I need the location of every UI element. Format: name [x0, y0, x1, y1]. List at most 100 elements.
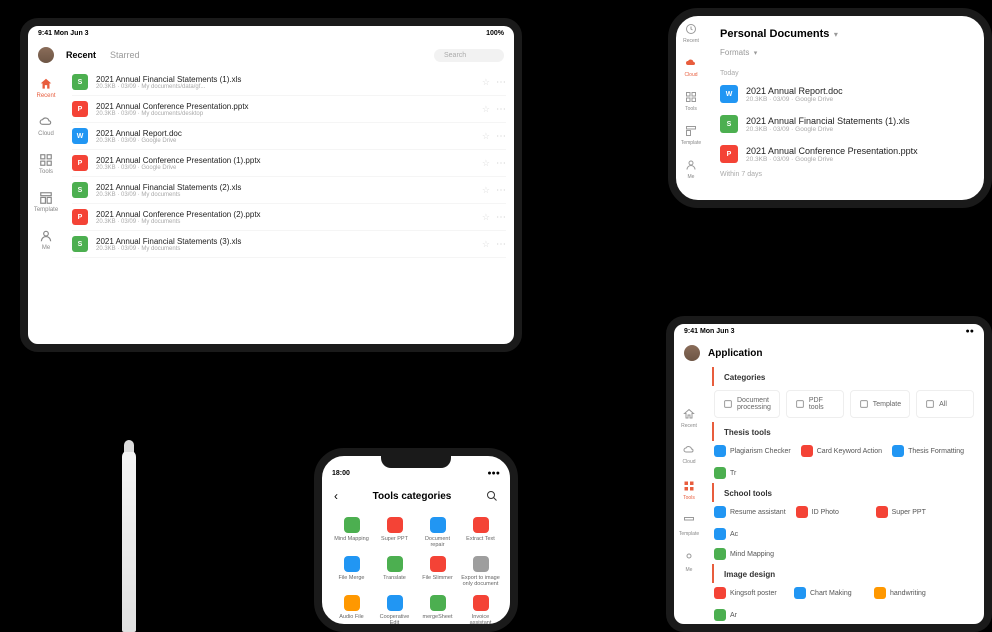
sidebar-item-me[interactable]: Me: [684, 158, 698, 180]
star-icon[interactable]: ☆: [482, 212, 490, 223]
status-time: 9:41 Mon Jun 3: [38, 30, 89, 37]
status-battery: 100%: [486, 30, 504, 37]
file-meta: 20.3KB · 03/09 · Google Drive: [746, 126, 970, 133]
file-name: 2021 Annual Conference Presentation (2).…: [96, 210, 482, 219]
tool-icon: [387, 517, 403, 533]
tool-item[interactable]: File Merge: [332, 556, 371, 587]
sidebar-item-recent[interactable]: Recent: [683, 22, 699, 44]
sidebar-item-me[interactable]: Me: [682, 551, 696, 573]
tool-item[interactable]: Extract Text: [461, 517, 500, 548]
tab-starred[interactable]: Starred: [110, 50, 140, 60]
header: Personal Documents ▾ Formats ▾: [706, 16, 984, 68]
tool-item[interactable]: Super PPT: [876, 506, 946, 518]
file-icon: P: [72, 101, 88, 117]
tool-item[interactable]: Super PPT: [375, 517, 414, 548]
file-icon: W: [72, 128, 88, 144]
tool-item[interactable]: ID Photo: [796, 506, 866, 518]
search-input[interactable]: Search: [434, 49, 504, 62]
file-meta: 20.3KB · 03/09 · Google Drive: [96, 138, 482, 144]
sidebar-item-me[interactable]: Me: [39, 229, 53, 251]
tool-item[interactable]: Invoice assistant: [461, 595, 500, 626]
tool-item[interactable]: Translate: [375, 556, 414, 587]
tool-item[interactable]: Document repair: [418, 517, 457, 548]
star-icon[interactable]: ☆: [482, 185, 490, 196]
tool-item[interactable]: Cooperative Edit: [375, 595, 414, 626]
file-row[interactable]: P2021 Annual Conference Presentation.ppt…: [706, 139, 984, 169]
sidebar-item-tools[interactable]: Tools: [684, 90, 698, 112]
tool-item[interactable]: Mind Mapping: [714, 548, 784, 560]
cloud-icon: [39, 115, 53, 129]
star-icon[interactable]: ☆: [482, 131, 490, 142]
file-row[interactable]: P2021 Annual Conference Presentation.ppt…: [72, 96, 506, 123]
tool-item[interactable]: Ac: [714, 528, 784, 540]
file-row[interactable]: S2021 Annual Financial Statements (1).xl…: [72, 69, 506, 96]
sidebar-item-template[interactable]: Template: [681, 124, 701, 146]
more-icon[interactable]: ⋯: [496, 158, 506, 169]
tool-item[interactable]: Card Keyword Action: [801, 445, 882, 457]
sidebar-item-cloud[interactable]: Cloud: [682, 443, 696, 465]
file-row[interactable]: P2021 Annual Conference Presentation (2)…: [72, 204, 506, 231]
more-icon[interactable]: ⋯: [496, 77, 506, 88]
more-icon[interactable]: ⋯: [496, 104, 506, 115]
tool-item[interactable]: mergeSheet: [418, 595, 457, 626]
sidebar-item-recent[interactable]: Recent: [681, 407, 697, 429]
star-icon[interactable]: ☆: [482, 158, 490, 169]
tool-name: Audio File: [339, 614, 363, 620]
tool-item[interactable]: Thesis Formatting: [892, 445, 964, 457]
back-icon[interactable]: ‹: [334, 489, 338, 503]
tool-item[interactable]: Ar: [714, 609, 784, 621]
tool-name: File Slimmer: [422, 575, 453, 581]
category-card[interactable]: PDF tools: [786, 390, 844, 418]
avatar[interactable]: [38, 47, 54, 63]
tools-row: Mind Mapping: [704, 544, 984, 564]
more-icon[interactable]: ⋯: [496, 239, 506, 250]
tool-item[interactable]: Plagiarism Checker: [714, 445, 791, 457]
star-icon[interactable]: ☆: [482, 77, 490, 88]
template-icon: [682, 515, 696, 529]
tool-item[interactable]: handwriting: [874, 587, 944, 599]
tab-recent[interactable]: Recent: [66, 50, 96, 60]
formats-filter[interactable]: Formats ▾: [720, 42, 970, 60]
sidebar-item-recent[interactable]: Recent: [36, 77, 55, 99]
file-row[interactable]: S2021 Annual Financial Statements (1).xl…: [706, 109, 984, 139]
grid-icon: [682, 479, 696, 493]
title[interactable]: Personal Documents ▾: [720, 24, 970, 42]
category-card[interactable]: Document processing: [714, 390, 780, 418]
tool-name: Tr: [730, 470, 736, 477]
tool-item[interactable]: Mind Mapping: [332, 517, 371, 548]
sidebar-item-tools[interactable]: Tools: [682, 479, 696, 501]
tool-item[interactable]: Resume assistant: [714, 506, 786, 518]
tool-icon: [473, 517, 489, 533]
more-icon[interactable]: ⋯: [496, 131, 506, 142]
tool-item[interactable]: Audio File: [332, 595, 371, 626]
avatar[interactable]: [684, 345, 700, 361]
more-icon[interactable]: ⋯: [496, 185, 506, 196]
sidebar-item-cloud[interactable]: Cloud: [684, 56, 698, 78]
more-icon[interactable]: ⋯: [496, 212, 506, 223]
sidebar-item-tools[interactable]: Tools: [39, 153, 53, 175]
file-row[interactable]: W2021 Annual Report.doc20.3KB · 03/09 · …: [706, 79, 984, 109]
status-icons: ●●: [966, 328, 974, 335]
sidebar: Recent Cloud Tools Template Me: [674, 367, 704, 623]
file-row[interactable]: S2021 Annual Financial Statements (3).xl…: [72, 231, 506, 258]
tool-item[interactable]: File Slimmer: [418, 556, 457, 587]
tool-item[interactable]: Tr: [714, 467, 784, 479]
file-meta: 20.3KB · 03/09 · My documents/desktop: [96, 111, 482, 117]
sidebar-item-template[interactable]: Template: [679, 515, 699, 537]
tool-item[interactable]: Kingsoft poster: [714, 587, 784, 599]
file-name: 2021 Annual Conference Presentation.pptx: [746, 146, 970, 156]
file-row[interactable]: S2021 Annual Financial Statements (2).xl…: [72, 177, 506, 204]
file-row[interactable]: W2021 Annual Report.doc20.3KB · 03/09 · …: [72, 123, 506, 150]
star-icon[interactable]: ☆: [482, 104, 490, 115]
category-card[interactable]: Template: [850, 390, 910, 418]
sidebar-item-template[interactable]: Template: [34, 191, 58, 213]
file-row[interactable]: P2021 Annual Conference Presentation (1)…: [72, 150, 506, 177]
file-meta: 20.3KB · 03/09 · Google Drive: [746, 96, 970, 103]
tool-name: mergeSheet: [423, 614, 453, 620]
search-icon[interactable]: [486, 490, 498, 502]
tool-item[interactable]: Export to image only document: [461, 556, 500, 587]
category-card[interactable]: All: [916, 390, 974, 418]
star-icon[interactable]: ☆: [482, 239, 490, 250]
sidebar-item-cloud[interactable]: Cloud: [38, 115, 54, 137]
tool-item[interactable]: Chart Making: [794, 587, 864, 599]
